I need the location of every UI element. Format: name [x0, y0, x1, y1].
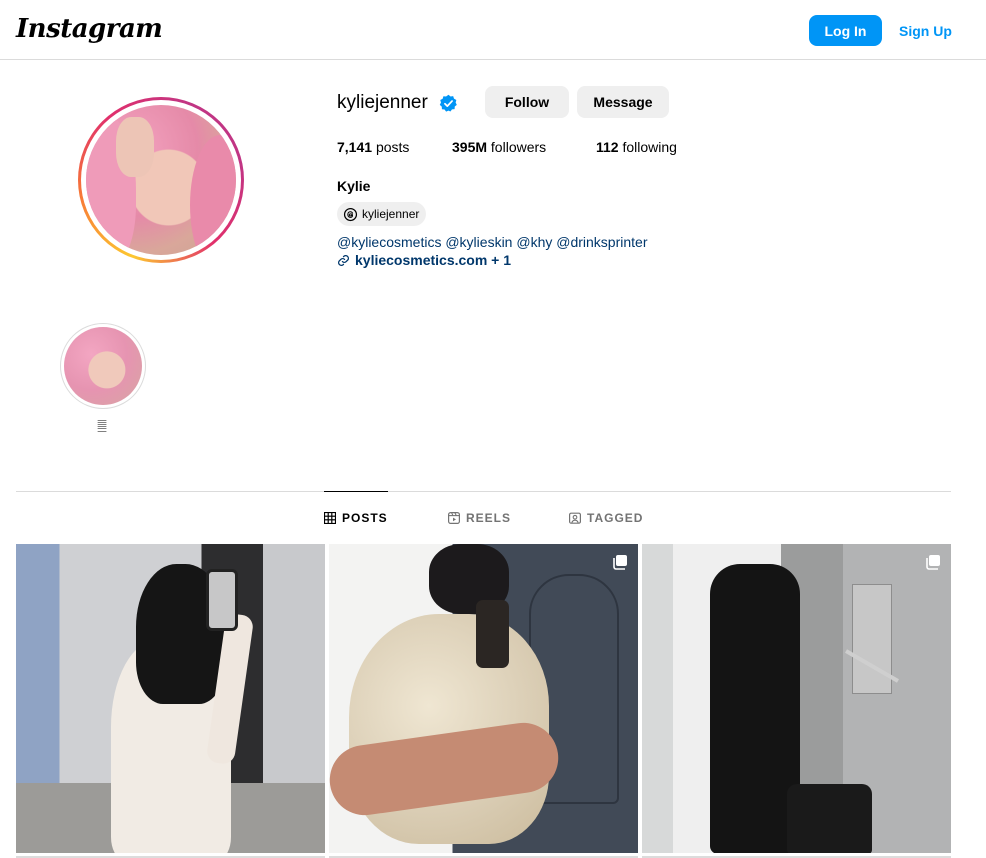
tab-posts[interactable]: POSTS — [324, 511, 388, 525]
following-label: following — [622, 139, 677, 155]
tab-tagged[interactable]: TAGGED — [569, 511, 643, 525]
carousel-icon — [613, 555, 627, 570]
threads-icon — [343, 207, 358, 221]
followers-label: followers — [490, 139, 547, 155]
threads-badge[interactable]: kyliejenner — [337, 202, 427, 226]
bio-mention-link[interactable]: @kyliecosmetics — [337, 234, 441, 250]
post-phone — [206, 569, 238, 631]
bio-mention-link[interactable]: @kylieskin — [445, 234, 512, 250]
posts-label: posts — [375, 139, 410, 155]
bio-link-text: kyliecosmetics.com + 1 — [355, 252, 512, 268]
highlight-label: 𝄛 — [97, 420, 107, 432]
message-button[interactable]: Message — [577, 86, 669, 118]
follow-button[interactable]: Follow — [485, 86, 569, 118]
post-thumbnail[interactable] — [329, 544, 638, 853]
posts-count: 7,141 — [337, 139, 373, 155]
tab-reels[interactable]: REELS — [448, 511, 511, 525]
carousel-icon — [926, 555, 940, 570]
instagram-logo[interactable]: Instagram — [16, 14, 163, 44]
profile-full-name: Kylie — [337, 178, 371, 194]
login-button[interactable]: Log In — [809, 15, 882, 46]
tab-reels-label: REELS — [466, 511, 512, 525]
avatar-hand — [116, 117, 154, 177]
grid-icon — [324, 512, 336, 524]
tab-posts-label: POSTS — [342, 511, 388, 525]
active-tab-indicator — [324, 491, 388, 492]
posts-stat: 7,141 posts — [337, 139, 409, 155]
post-thumbnail[interactable] — [642, 544, 951, 853]
bio-mentions: @kyliecosmetics @kylieskin @khy @drinksp… — [337, 234, 648, 250]
following-stat[interactable]: 112 following — [596, 139, 677, 155]
post-thumbnail[interactable] — [16, 544, 325, 853]
signup-button[interactable]: Sign Up — [893, 15, 958, 46]
avatar-hair-right — [190, 135, 236, 255]
profile-avatar[interactable] — [78, 97, 244, 263]
avatar-image — [86, 105, 236, 255]
reels-icon — [448, 512, 460, 524]
threads-handle: kyliejenner — [362, 207, 420, 221]
link-icon — [338, 254, 349, 266]
story-highlight[interactable] — [60, 323, 146, 409]
bio-mention-link[interactable]: @drinksprinter — [556, 234, 647, 250]
avatar-border — [81, 100, 241, 260]
tagged-icon — [569, 512, 581, 524]
bio-external-link[interactable]: kyliecosmetics.com + 1 — [337, 252, 511, 268]
highlight-image — [64, 327, 142, 405]
tab-tagged-label: TAGGED — [587, 511, 644, 525]
followers-count: 395M — [452, 139, 488, 155]
following-count: 112 — [596, 139, 619, 155]
post-elevator-panel — [852, 584, 892, 694]
top-bar: Instagram Log In Sign Up — [0, 0, 986, 60]
bio-mention-link[interactable]: @khy — [516, 234, 552, 250]
profile-username: kyliejenner — [337, 92, 428, 113]
post-phone — [476, 600, 509, 668]
post-handbag — [787, 784, 872, 853]
followers-stat[interactable]: 395M followers — [452, 139, 546, 155]
verified-badge-icon — [439, 94, 457, 112]
tabs-divider — [16, 491, 951, 492]
